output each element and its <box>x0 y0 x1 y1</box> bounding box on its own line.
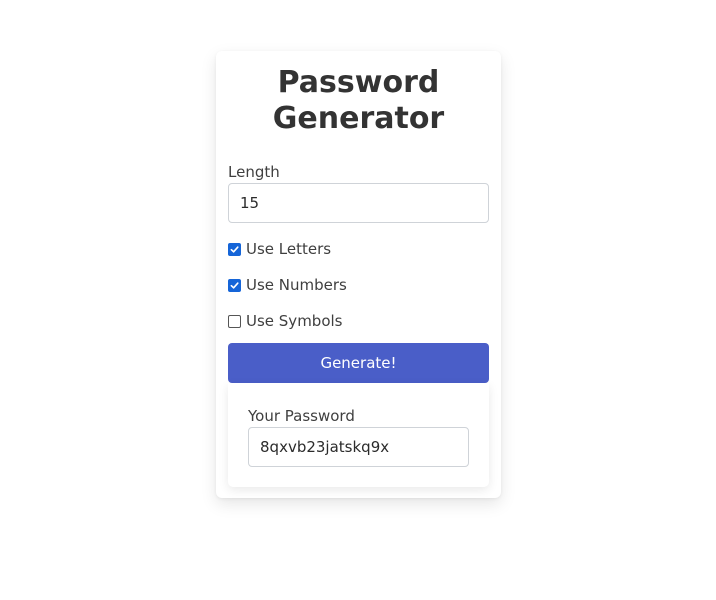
use-letters-option[interactable]: Use Letters <box>228 240 331 258</box>
result-panel: Your Password <box>228 383 489 487</box>
checkmark-icon <box>230 245 239 253</box>
use-numbers-checkbox[interactable] <box>228 278 241 292</box>
use-symbols-label: Use Symbols <box>246 312 343 330</box>
length-label: Length <box>228 163 280 181</box>
use-letters-label: Use Letters <box>246 240 332 258</box>
password-output[interactable] <box>248 427 469 467</box>
length-input[interactable] <box>228 183 489 223</box>
use-symbols-checkbox[interactable] <box>228 314 241 328</box>
use-numbers-label: Use Numbers <box>246 276 347 294</box>
generate-button[interactable]: Generate! <box>228 343 489 383</box>
page-title: Password Generator <box>272 65 445 136</box>
use-symbols-option[interactable]: Use Symbols <box>228 312 342 330</box>
use-numbers-option[interactable]: Use Numbers <box>228 276 347 294</box>
password-label: Your Password <box>248 407 355 425</box>
checkmark-icon <box>230 281 239 289</box>
use-letters-checkbox[interactable] <box>228 242 241 256</box>
password-generator-card: Password Generator Length Use Letters Us… <box>216 51 501 498</box>
